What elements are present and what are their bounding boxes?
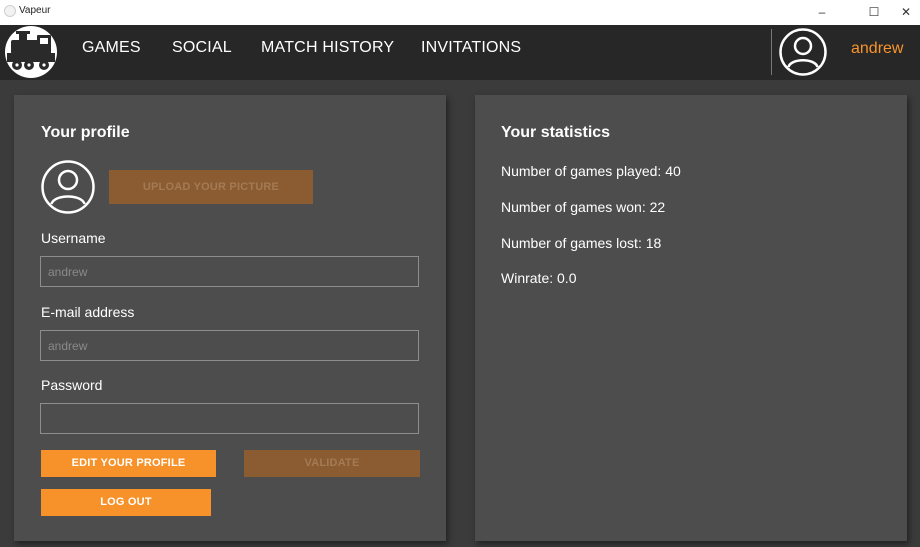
logout-button[interactable]: LOG OUT: [41, 489, 211, 516]
statistics-panel: Your statistics Number of games played: …: [475, 95, 907, 541]
window-title: Vapeur: [19, 5, 51, 16]
email-field[interactable]: [40, 330, 419, 361]
winrate-stat: Winrate: 0.0: [501, 270, 577, 286]
train-icon[interactable]: [5, 26, 57, 78]
nav-social[interactable]: SOCIAL: [172, 39, 232, 57]
top-navbar: GAMES SOCIAL MATCH HISTORY INVITATIONS a…: [0, 25, 920, 80]
password-label: Password: [41, 377, 103, 393]
user-avatar-icon[interactable]: [778, 27, 828, 77]
username-label: Username: [41, 230, 106, 246]
statistics-title: Your statistics: [501, 124, 611, 141]
nav-match-history[interactable]: MATCH HISTORY: [261, 39, 394, 57]
games-won-stat: Number of games won: 22: [501, 199, 666, 215]
nav-games[interactable]: GAMES: [82, 39, 141, 57]
user-avatar-icon: [40, 159, 96, 215]
nav-username[interactable]: andrew: [851, 40, 903, 58]
nav-divider: [771, 29, 772, 75]
edit-profile-button[interactable]: EDIT YOUR PROFILE: [41, 450, 216, 477]
window-titlebar: Vapeur – ☐ ✕: [0, 0, 920, 25]
validate-button[interactable]: VALIDATE: [244, 450, 420, 477]
nav-invitations[interactable]: INVITATIONS: [421, 39, 521, 57]
password-field[interactable]: [40, 403, 419, 434]
minimize-button[interactable]: –: [808, 0, 836, 25]
username-field[interactable]: [40, 256, 419, 287]
email-label: E-mail address: [41, 304, 135, 320]
games-played-stat: Number of games played: 40: [501, 163, 681, 179]
upload-picture-button[interactable]: UPLOAD YOUR PICTURE: [109, 170, 313, 204]
profile-panel: Your profile UPLOAD YOUR PICTURE Usernam…: [14, 95, 446, 541]
games-lost-stat: Number of games lost: 18: [501, 235, 662, 251]
profile-title: Your profile: [41, 124, 130, 141]
maximize-button[interactable]: ☐: [860, 0, 888, 25]
app-icon: [4, 5, 16, 17]
close-button[interactable]: ✕: [892, 0, 920, 25]
